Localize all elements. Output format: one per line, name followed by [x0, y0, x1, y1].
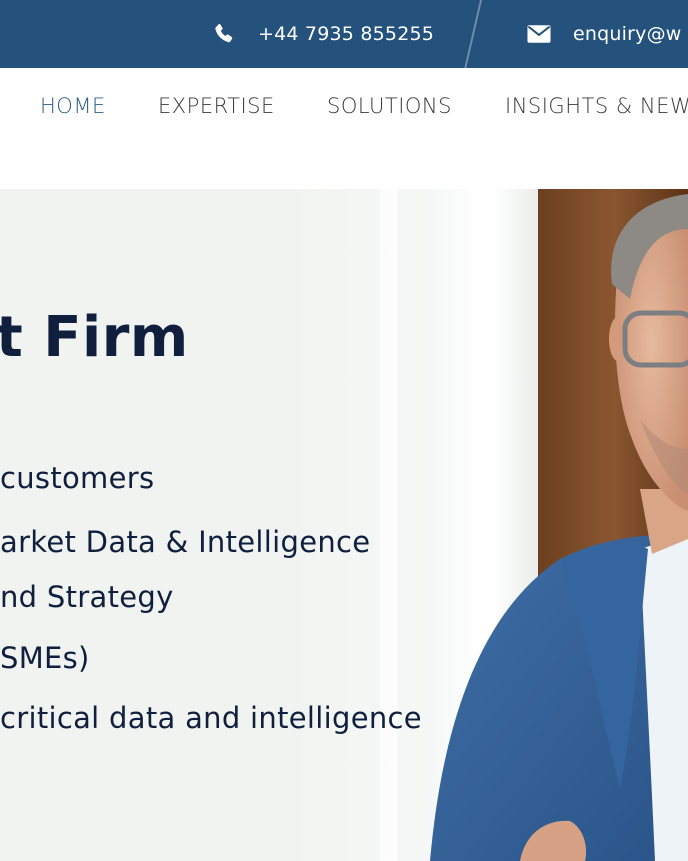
phone-number[interactable]: +44 7935 855255 [258, 23, 434, 45]
nav-item-expertise[interactable]: EXPERTISE [158, 94, 275, 118]
hero-line-smes: SMEs) [0, 641, 90, 675]
phone-icon [212, 22, 236, 46]
hero-title: t Firm [0, 305, 189, 370]
hero-section: t Firm customers arket Data & Intelligen… [0, 189, 688, 861]
main-navigation: HOME EXPERTISE SOLUTIONS INSIGHTS & NEW [0, 68, 688, 189]
hero-text-block: t Firm customers arket Data & Intelligen… [0, 189, 688, 861]
email-contact[interactable]: enquiry@w [527, 0, 682, 68]
envelope-icon [527, 22, 551, 46]
email-address[interactable]: enquiry@w [573, 23, 682, 45]
phone-contact[interactable]: +44 7935 855255 [212, 0, 434, 68]
hero-line-critical-data: critical data and intelligence [0, 701, 422, 735]
hero-line-strategy: nd Strategy [0, 580, 174, 614]
topbar-divider [464, 0, 482, 68]
hero-line-customers: customers [0, 461, 155, 495]
nav-item-solutions[interactable]: SOLUTIONS [327, 94, 452, 118]
nav-item-home[interactable]: HOME [40, 94, 106, 118]
hero-line-market-data: arket Data & Intelligence [0, 525, 371, 559]
nav-item-insights-news[interactable]: INSIGHTS & NEW [505, 94, 688, 118]
top-contact-bar: +44 7935 855255 enquiry@w [0, 0, 688, 68]
